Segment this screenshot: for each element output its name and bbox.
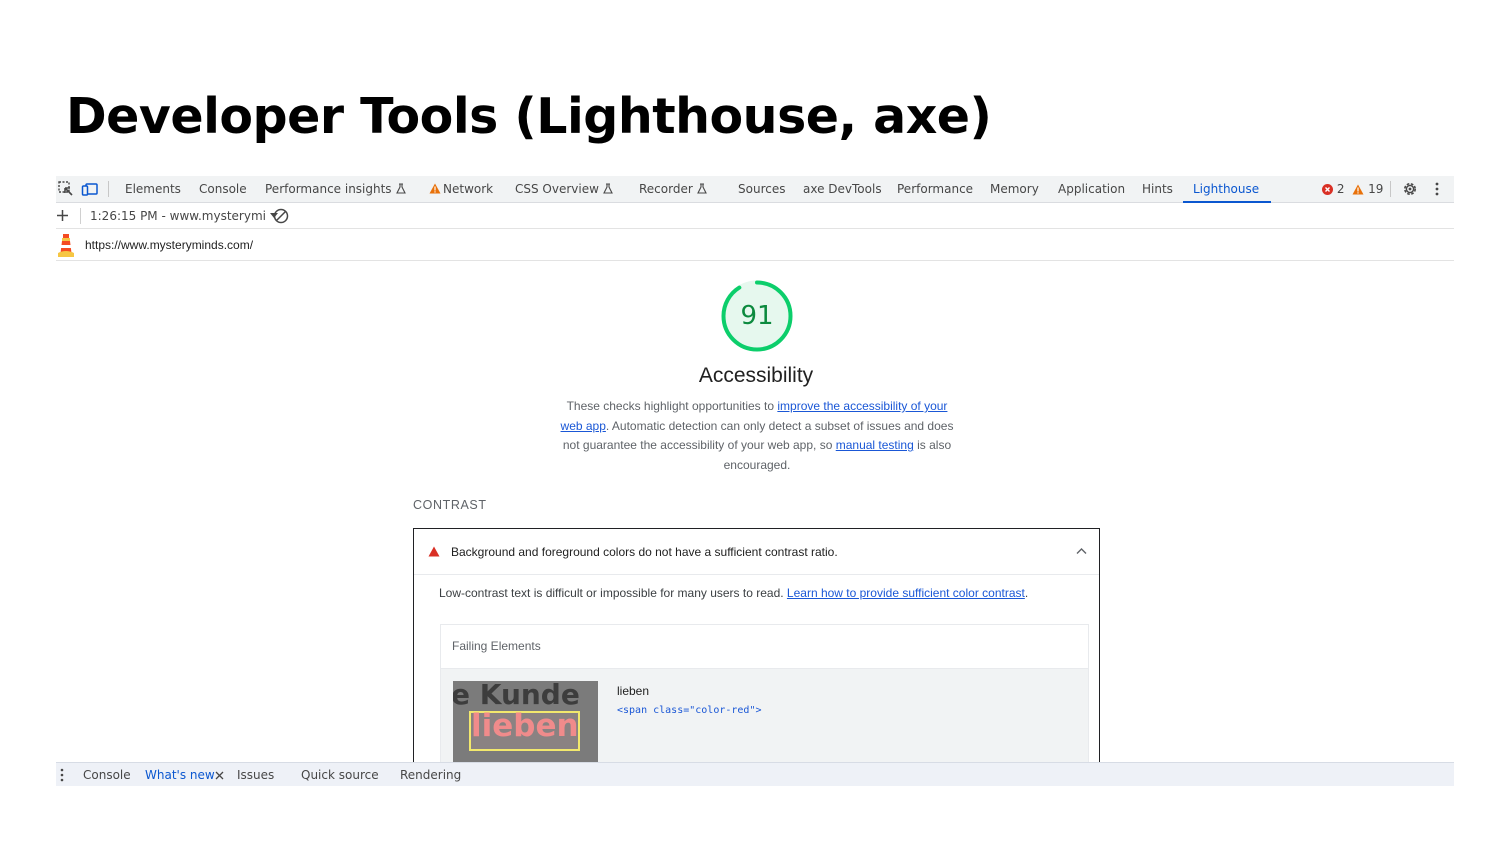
audit-group-title: CONTRAST — [413, 498, 487, 512]
tab-network[interactable]: Network — [429, 176, 493, 203]
tab-css-overview-label: CSS Overview — [515, 182, 599, 196]
thumbnail-highlighted-word: lieben — [471, 708, 579, 744]
drawer-menu-icon[interactable] — [59, 768, 65, 782]
audit-description-text: Low-contrast text is difficult or imposs… — [439, 586, 787, 600]
audited-url: https://www.mysteryminds.com/ — [85, 238, 254, 252]
tab-memory[interactable]: Memory — [990, 176, 1039, 203]
failing-elements-header: Failing Elements — [441, 625, 1088, 669]
lighthouse-logo-icon — [58, 234, 74, 257]
devtools-panel: Elements Console Performance insights Ne… — [56, 176, 1454, 786]
issue-counts[interactable]: 2 19 — [1322, 176, 1383, 203]
tab-axe-devtools[interactable]: axe DevTools — [803, 176, 882, 203]
category-description: These checks highlight opportunities to … — [559, 397, 955, 476]
settings-gear-icon[interactable] — [1401, 180, 1419, 198]
drawer-tab-quick-source[interactable]: Quick source — [301, 763, 379, 786]
color-contrast-link[interactable]: Learn how to provide sufficient color co… — [787, 586, 1025, 600]
tab-hints[interactable]: Hints — [1142, 176, 1173, 203]
category-title: Accessibility — [698, 364, 814, 387]
close-icon[interactable] — [215, 771, 224, 780]
tab-performance-insights[interactable]: Performance insights — [265, 176, 406, 203]
warning-triangle-icon — [429, 183, 441, 194]
thumbnail-text: e Kunde — [453, 681, 580, 711]
tab-network-label: Network — [443, 182, 494, 196]
audit-description: Low-contrast text is difficult or imposs… — [439, 586, 1028, 600]
chevron-up-icon[interactable] — [1076, 547, 1087, 555]
report-selector[interactable]: 1:26:15 PM - www.mysterymi — [90, 203, 278, 229]
report-selector-label: 1:26:15 PM - www.mysterymi — [90, 209, 266, 223]
devtools-tabbar: Elements Console Performance insights Ne… — [56, 176, 1454, 203]
contrast-audit: Background and foreground colors do not … — [413, 528, 1100, 786]
tab-recorder-label: Recorder — [639, 182, 693, 196]
drawer-tab-whats-new[interactable]: What's new — [145, 763, 215, 786]
category-description-text: These checks highlight opportunities to — [566, 399, 778, 413]
experimental-flask-icon — [696, 183, 707, 194]
tabbar-separator — [1390, 181, 1391, 197]
inspect-element-icon[interactable] — [57, 180, 75, 198]
lighthouse-toolbar: 1:26:15 PM - www.mysterymi — [56, 203, 1454, 229]
tab-lighthouse[interactable]: Lighthouse — [1182, 176, 1272, 203]
drawer-tab-console[interactable]: Console — [83, 763, 131, 786]
clear-icon[interactable] — [273, 208, 289, 224]
devtools-drawer: Console What's new Issues Quick source R… — [56, 762, 1454, 786]
element-screenshot-thumbnail: e Kunde lieben — [453, 681, 598, 771]
url-bar: https://www.mysteryminds.com/ — [56, 229, 1454, 261]
drawer-tab-rendering[interactable]: Rendering — [400, 763, 461, 786]
fail-triangle-icon — [428, 546, 440, 557]
toolbar-separator — [80, 208, 81, 224]
tab-css-overview[interactable]: CSS Overview — [515, 176, 613, 203]
node-label: lieben — [617, 684, 650, 698]
node-snippet[interactable]: <span class="color-red"> — [617, 705, 762, 716]
more-options-icon[interactable] — [1428, 180, 1446, 198]
audit-header[interactable]: Background and foreground colors do not … — [414, 529, 1099, 575]
error-icon — [1322, 184, 1333, 195]
tab-recorder[interactable]: Recorder — [639, 176, 707, 203]
tab-application[interactable]: Application — [1058, 176, 1125, 203]
tab-sources[interactable]: Sources — [738, 176, 785, 203]
device-toolbar-icon[interactable] — [81, 180, 99, 198]
warning-count: 19 — [1368, 182, 1384, 196]
error-count: 2 — [1336, 182, 1345, 196]
tab-elements[interactable]: Elements — [125, 176, 181, 203]
slide-title: Developer Tools (Lighthouse, axe) — [66, 88, 992, 145]
experimental-flask-icon — [395, 183, 406, 194]
tab-console[interactable]: Console — [199, 176, 247, 203]
audit-title: Background and foreground colors do not … — [451, 545, 838, 559]
warning-triangle-icon — [1352, 184, 1364, 195]
tab-performance[interactable]: Performance — [897, 176, 973, 203]
score-value: 91 — [740, 301, 774, 331]
tabbar-separator — [108, 181, 109, 197]
audit-description-end: . — [1024, 586, 1029, 600]
plus-icon[interactable] — [56, 209, 69, 222]
manual-testing-link[interactable]: manual testing — [836, 438, 914, 452]
tab-performance-insights-label: Performance insights — [265, 182, 392, 196]
experimental-flask-icon — [603, 183, 613, 194]
drawer-tab-issues[interactable]: Issues — [237, 763, 274, 786]
